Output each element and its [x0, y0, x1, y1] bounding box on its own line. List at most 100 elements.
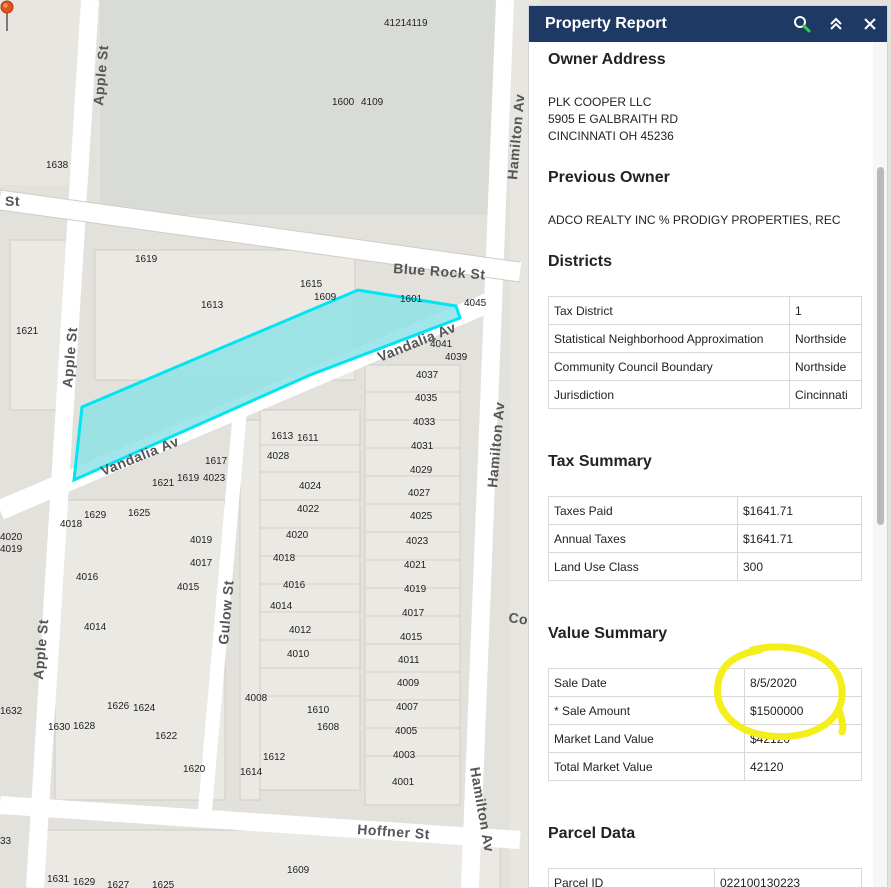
parcel-number: 4018: [273, 553, 296, 564]
table-cell-label: Community Council Boundary: [548, 352, 790, 381]
parcel-number: 1610: [307, 705, 330, 716]
parcel-number: 4017: [190, 558, 213, 569]
parcel-number: 4019: [404, 584, 427, 595]
parcel-number: 4019: [190, 535, 213, 546]
tax-summary-heading: Tax Summary: [548, 453, 652, 470]
parcel-number: 4011: [398, 655, 420, 666]
parcel-number: 1608: [317, 722, 340, 733]
collapse-button[interactable]: [819, 6, 853, 42]
parcel-number: 4005: [395, 726, 418, 737]
table-cell-value: $1641.71: [737, 496, 862, 525]
parcel-number: 1630: [48, 722, 71, 733]
parcel-number: 4023: [203, 473, 226, 484]
parcel-number: 4045: [464, 298, 487, 309]
parcel-number: 4020: [0, 532, 23, 543]
parcel-number: 1628: [73, 721, 96, 732]
map-pin-icon[interactable]: [0, 0, 14, 32]
owner-address-line: 5905 E GALBRAITH RD: [548, 112, 679, 126]
parcel-number: 4121: [384, 18, 407, 29]
double-chevron-up-icon: [830, 17, 842, 30]
search-button[interactable]: [785, 6, 819, 42]
parcel-number: 4019: [0, 544, 23, 555]
parcel-number: 4010: [287, 649, 310, 660]
parcel-number: 4008: [245, 693, 268, 704]
parcel-number: 1609: [287, 865, 310, 876]
panel-scrollbar[interactable]: [873, 42, 887, 887]
parcel-number: 1611: [297, 433, 319, 444]
parcel-number: 1622: [155, 731, 178, 742]
table-cell-value: 022100130223: [714, 868, 862, 887]
owner-address-block: PLK COOPER LLC 5905 E GALBRAITH RD CINCI…: [548, 94, 678, 145]
table-row: Parcel ID 022100130223: [548, 868, 862, 887]
close-button[interactable]: [853, 6, 887, 42]
close-icon: [864, 18, 876, 30]
owner-address-line: CINCINNATI OH 45236: [548, 129, 674, 143]
parcel-number: 1626: [107, 701, 130, 712]
parcel-number: 1620: [183, 764, 206, 775]
parcel-number: 1629: [73, 877, 96, 888]
parcel-number: 1619: [177, 473, 200, 484]
table-cell-label: Parcel ID: [548, 868, 715, 887]
owner-address-heading: Owner Address: [548, 51, 666, 68]
parcel-number: 4022: [297, 504, 320, 515]
parcel-number: 4017: [402, 608, 425, 619]
parcel-number: 4031: [411, 441, 434, 452]
parcel-number: 1609: [314, 292, 337, 303]
table-row: Statistical Neighborhood Approximation No…: [548, 324, 862, 353]
table-cell-label: Total Market Value: [548, 752, 745, 781]
owner-address-line: PLK COOPER LLC: [548, 95, 652, 109]
parcel-number: 1601: [400, 294, 423, 305]
table-cell-value: 1: [789, 296, 862, 325]
table-cell-label: Statistical Neighborhood Approximation: [548, 324, 790, 353]
scrollbar-thumb[interactable]: [877, 167, 884, 525]
table-cell-value: $1641.71: [737, 524, 862, 553]
panel-title: Property Report: [545, 15, 667, 32]
parcel-number: 4015: [177, 582, 200, 593]
districts-table: Tax District 1 Statistical Neighborhood A…: [548, 296, 862, 409]
table-cell-label: Land Use Class: [548, 552, 738, 581]
highlight-circle-annotation: [713, 643, 847, 741]
table-row: Taxes Paid $1641.71: [548, 496, 862, 525]
parcel-number: 4001: [392, 777, 415, 788]
tax-summary-table: Taxes Paid $1641.71 Annual Taxes $1641.71 …: [548, 496, 862, 581]
parcel-number: 1625: [128, 508, 151, 519]
table-cell-label: Jurisdiction: [548, 380, 790, 409]
parcel-number: 1625: [152, 880, 175, 888]
parcel-number: 1627: [107, 880, 130, 888]
search-icon: [794, 16, 811, 33]
parcel-number: 4029: [410, 465, 433, 476]
parcel-number: 4023: [406, 536, 429, 547]
parcel-number: 4035: [415, 393, 438, 404]
parcel-number: 1613: [271, 431, 294, 442]
parcel-number: 4016: [283, 580, 306, 591]
parcel-number: 4027: [408, 488, 431, 499]
parcel-number: 4119: [406, 18, 428, 29]
table-cell-label: Tax District: [548, 296, 790, 325]
table-cell-label: Annual Taxes: [548, 524, 738, 553]
parcel-number: 4028: [267, 451, 290, 462]
parcel-number: 1621: [152, 478, 175, 489]
parcel-number: 1612: [263, 752, 286, 763]
parcel-number: 4033: [413, 417, 436, 428]
previous-owner-value: ADCO REALTY INC % PRODIGY PROPERTIES, RE…: [548, 213, 841, 227]
table-cell-value: 300: [737, 552, 862, 581]
parcel-number: 4039: [445, 352, 468, 363]
parcel-number: 1617: [205, 456, 228, 467]
parcel-number: 4037: [416, 370, 439, 381]
parcel-number: 4025: [410, 511, 433, 522]
parcel-number: 4014: [84, 622, 107, 633]
parcel-number: 4021: [404, 560, 427, 571]
parcel-number: 4003: [393, 750, 416, 761]
street-label-co: Co: [508, 609, 530, 628]
table-cell-value: Cincinnati: [789, 380, 862, 409]
parcel-number: 1629: [84, 510, 107, 521]
panel-header: Property Report: [529, 6, 887, 42]
parcel-number: 4014: [270, 601, 293, 612]
parcel-number: 1600: [332, 97, 355, 108]
parcel-number: 4020: [286, 530, 309, 541]
table-row: Jurisdiction Cincinnati: [548, 380, 862, 409]
parcel-number: 4041: [430, 339, 453, 350]
table-row: Tax District 1: [548, 296, 862, 325]
table-row: Community Council Boundary Northside: [548, 352, 862, 381]
parcel-number: 1638: [46, 160, 69, 171]
